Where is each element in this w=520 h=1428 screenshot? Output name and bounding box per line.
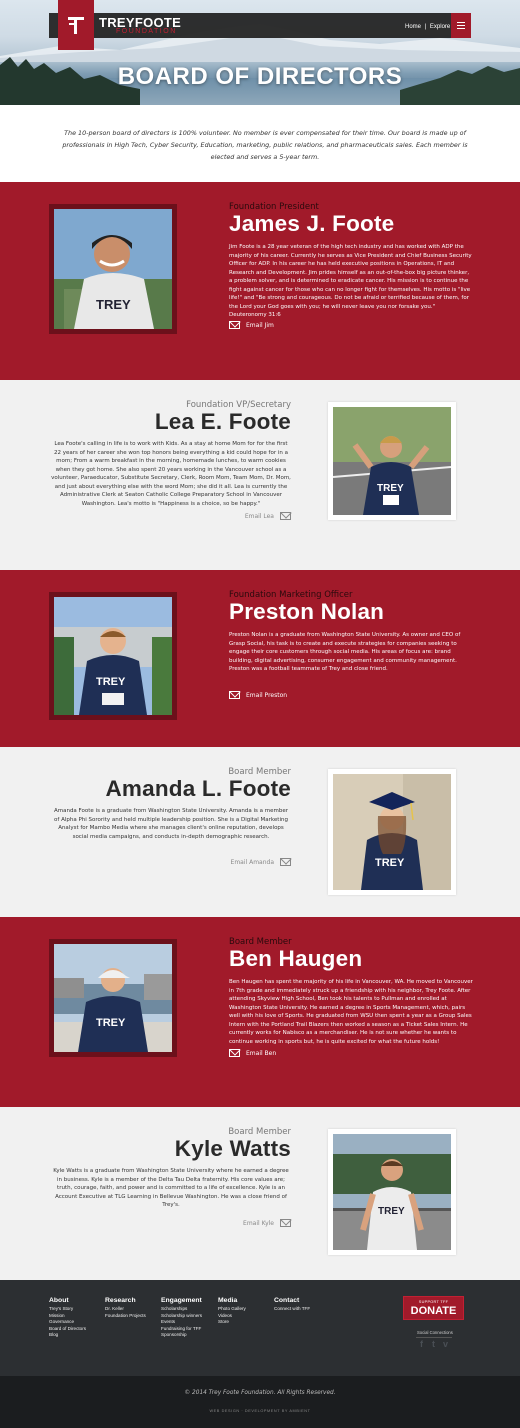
email-link-label: Email Amanda bbox=[230, 858, 274, 866]
board-member-card: Board Member Kyle Watts Kyle Watts is a … bbox=[0, 1107, 520, 1280]
email-link-label: Email Jim bbox=[246, 321, 274, 329]
member-photo-frame: TREY bbox=[49, 204, 177, 334]
footer-column-research: Research Dr. Keller Foundation Projects bbox=[105, 1297, 146, 1319]
svg-text:TREY: TREY bbox=[96, 676, 126, 688]
board-member-card: TREY Board Member Ben Haugen Ben Haugen … bbox=[0, 917, 520, 1107]
member-photo: TREY bbox=[333, 774, 451, 890]
nav-separator: | bbox=[424, 24, 427, 30]
twitter-icon[interactable]: t bbox=[429, 1340, 438, 1349]
member-bio: Ben Haugen has spent the majority of his… bbox=[229, 979, 473, 1045]
member-name: Lea E. Foote bbox=[154, 409, 291, 434]
intro-text: The 10-person board of directors is 100%… bbox=[62, 129, 468, 162]
footer-bottom-bar: © 2014 Trey Foote Foundation. All Rights… bbox=[0, 1376, 520, 1428]
page-title: BOARD OF DIRECTORS bbox=[117, 63, 403, 90]
facebook-icon[interactable]: f bbox=[417, 1340, 426, 1349]
social-label: Social Connections bbox=[417, 1330, 453, 1335]
footer-heading[interactable]: Engagement bbox=[161, 1297, 202, 1304]
email-link-label: Email Ben bbox=[246, 1049, 277, 1057]
envelope-icon bbox=[229, 691, 240, 699]
footer-heading[interactable]: About bbox=[49, 1297, 86, 1304]
member-photo-frame: TREY bbox=[328, 1129, 456, 1255]
email-link-label: Email Lea bbox=[244, 512, 274, 520]
svg-text:TREY: TREY bbox=[96, 1017, 126, 1029]
svg-text:TREY: TREY bbox=[375, 857, 405, 869]
member-photo: TREY bbox=[54, 209, 172, 329]
footer-heading[interactable]: Contact bbox=[274, 1297, 310, 1304]
nav-home-link[interactable]: Home bbox=[405, 24, 421, 30]
member-name: Preston Nolan bbox=[229, 599, 385, 624]
design-credit-link[interactable]: WEB DESIGN · DEVELOPMENT BY AMBIENT bbox=[0, 1409, 520, 1413]
logo-mark-icon bbox=[68, 17, 84, 34]
footer-link[interactable]: Connect with TFF bbox=[274, 1306, 310, 1313]
member-photo-frame: TREY bbox=[328, 769, 456, 895]
email-link[interactable]: Email Preston bbox=[229, 691, 287, 699]
logo[interactable] bbox=[58, 0, 94, 50]
email-link[interactable]: Email Ben bbox=[229, 1049, 276, 1057]
footer-link[interactable]: Sponsorship bbox=[161, 1332, 202, 1339]
footer-heading[interactable]: Media bbox=[218, 1297, 246, 1304]
brand-subtitle: FOUNDATION bbox=[116, 28, 177, 35]
email-link-label: Email Kyle bbox=[243, 1219, 274, 1227]
copyright-text: © 2014 Trey Foote Foundation. All Rights… bbox=[184, 1390, 336, 1396]
site-footer: About Trey's Story Mission Governance Bo… bbox=[0, 1280, 520, 1376]
footer-link[interactable]: Store bbox=[218, 1319, 246, 1326]
footer-link[interactable]: Foundation Projects bbox=[105, 1313, 146, 1320]
svg-text:TREY: TREY bbox=[378, 1206, 405, 1217]
board-member-card: TREY Foundation President James J. Foote… bbox=[0, 182, 520, 380]
member-bio: Kyle Watts is a graduate from Washington… bbox=[53, 1168, 289, 1208]
member-name: Ben Haugen bbox=[229, 946, 363, 971]
email-link[interactable]: Email Lea bbox=[245, 512, 291, 520]
board-member-card: TREY Foundation Marketing Officer Presto… bbox=[0, 570, 520, 747]
member-photo: TREY bbox=[333, 1134, 451, 1250]
divider bbox=[416, 1337, 452, 1338]
intro-section: The 10-person board of directors is 100%… bbox=[0, 105, 520, 182]
nav-links: Home | Explore bbox=[404, 24, 451, 30]
member-photo: TREY bbox=[54, 597, 172, 715]
footer-column-contact: Contact Connect with TFF bbox=[274, 1297, 310, 1313]
envelope-icon bbox=[280, 858, 291, 866]
email-link-label: Email Preston bbox=[246, 691, 288, 699]
member-bio: Preston Nolan is a graduate from Washing… bbox=[229, 632, 461, 672]
email-link[interactable]: Email Kyle bbox=[243, 1219, 291, 1227]
board-member-card: Foundation VP/Secretary Lea E. Foote Lea… bbox=[0, 380, 520, 570]
member-photo-frame: TREY bbox=[49, 939, 177, 1057]
member-name: Kyle Watts bbox=[174, 1136, 291, 1161]
envelope-icon bbox=[229, 1049, 240, 1057]
envelope-icon bbox=[280, 1219, 291, 1227]
footer-column-about: About Trey's Story Mission Governance Bo… bbox=[49, 1297, 86, 1339]
donate-button-label: DONATE bbox=[410, 1305, 457, 1317]
member-bio: Amanda Foote is a graduate from Washingt… bbox=[53, 808, 289, 840]
footer-column-media: Media Photo Gallery Videos Store bbox=[218, 1297, 246, 1326]
donate-button-subtitle: SUPPORT TFF bbox=[418, 1300, 449, 1304]
board-member-card: Board Member Amanda L. Foote Amanda Foot… bbox=[0, 747, 520, 917]
svg-text:TREY: TREY bbox=[96, 297, 131, 312]
footer-link[interactable]: Photo Gallery bbox=[218, 1306, 246, 1313]
member-bio: Jim Foote is a 28 year veteran of the hi… bbox=[229, 244, 472, 318]
menu-button[interactable] bbox=[451, 13, 471, 38]
member-photo-frame: TREY bbox=[328, 402, 456, 520]
nav-explore-link[interactable]: Explore bbox=[430, 24, 450, 30]
footer-heading[interactable]: Research bbox=[105, 1297, 146, 1304]
member-name: Amanda L. Foote bbox=[105, 776, 291, 801]
member-photo: TREY bbox=[333, 407, 451, 515]
member-photo: TREY bbox=[54, 944, 172, 1052]
member-photo-frame: TREY bbox=[49, 592, 177, 720]
envelope-icon bbox=[280, 512, 291, 520]
envelope-icon bbox=[229, 321, 240, 329]
member-bio: Lea Foote's calling in life is to work w… bbox=[51, 441, 291, 507]
donate-button[interactable]: SUPPORT TFF DONATE bbox=[403, 1296, 464, 1320]
footer-column-engagement: Engagement Scholarships Scholarship winn… bbox=[161, 1297, 202, 1339]
email-link[interactable]: Email Amanda bbox=[231, 858, 291, 866]
vimeo-icon[interactable]: v bbox=[441, 1340, 450, 1349]
email-link[interactable]: Email Jim bbox=[229, 321, 274, 329]
footer-link[interactable]: Blog bbox=[49, 1332, 86, 1339]
member-name: James J. Foote bbox=[229, 211, 395, 236]
svg-text:TREY: TREY bbox=[377, 483, 404, 494]
